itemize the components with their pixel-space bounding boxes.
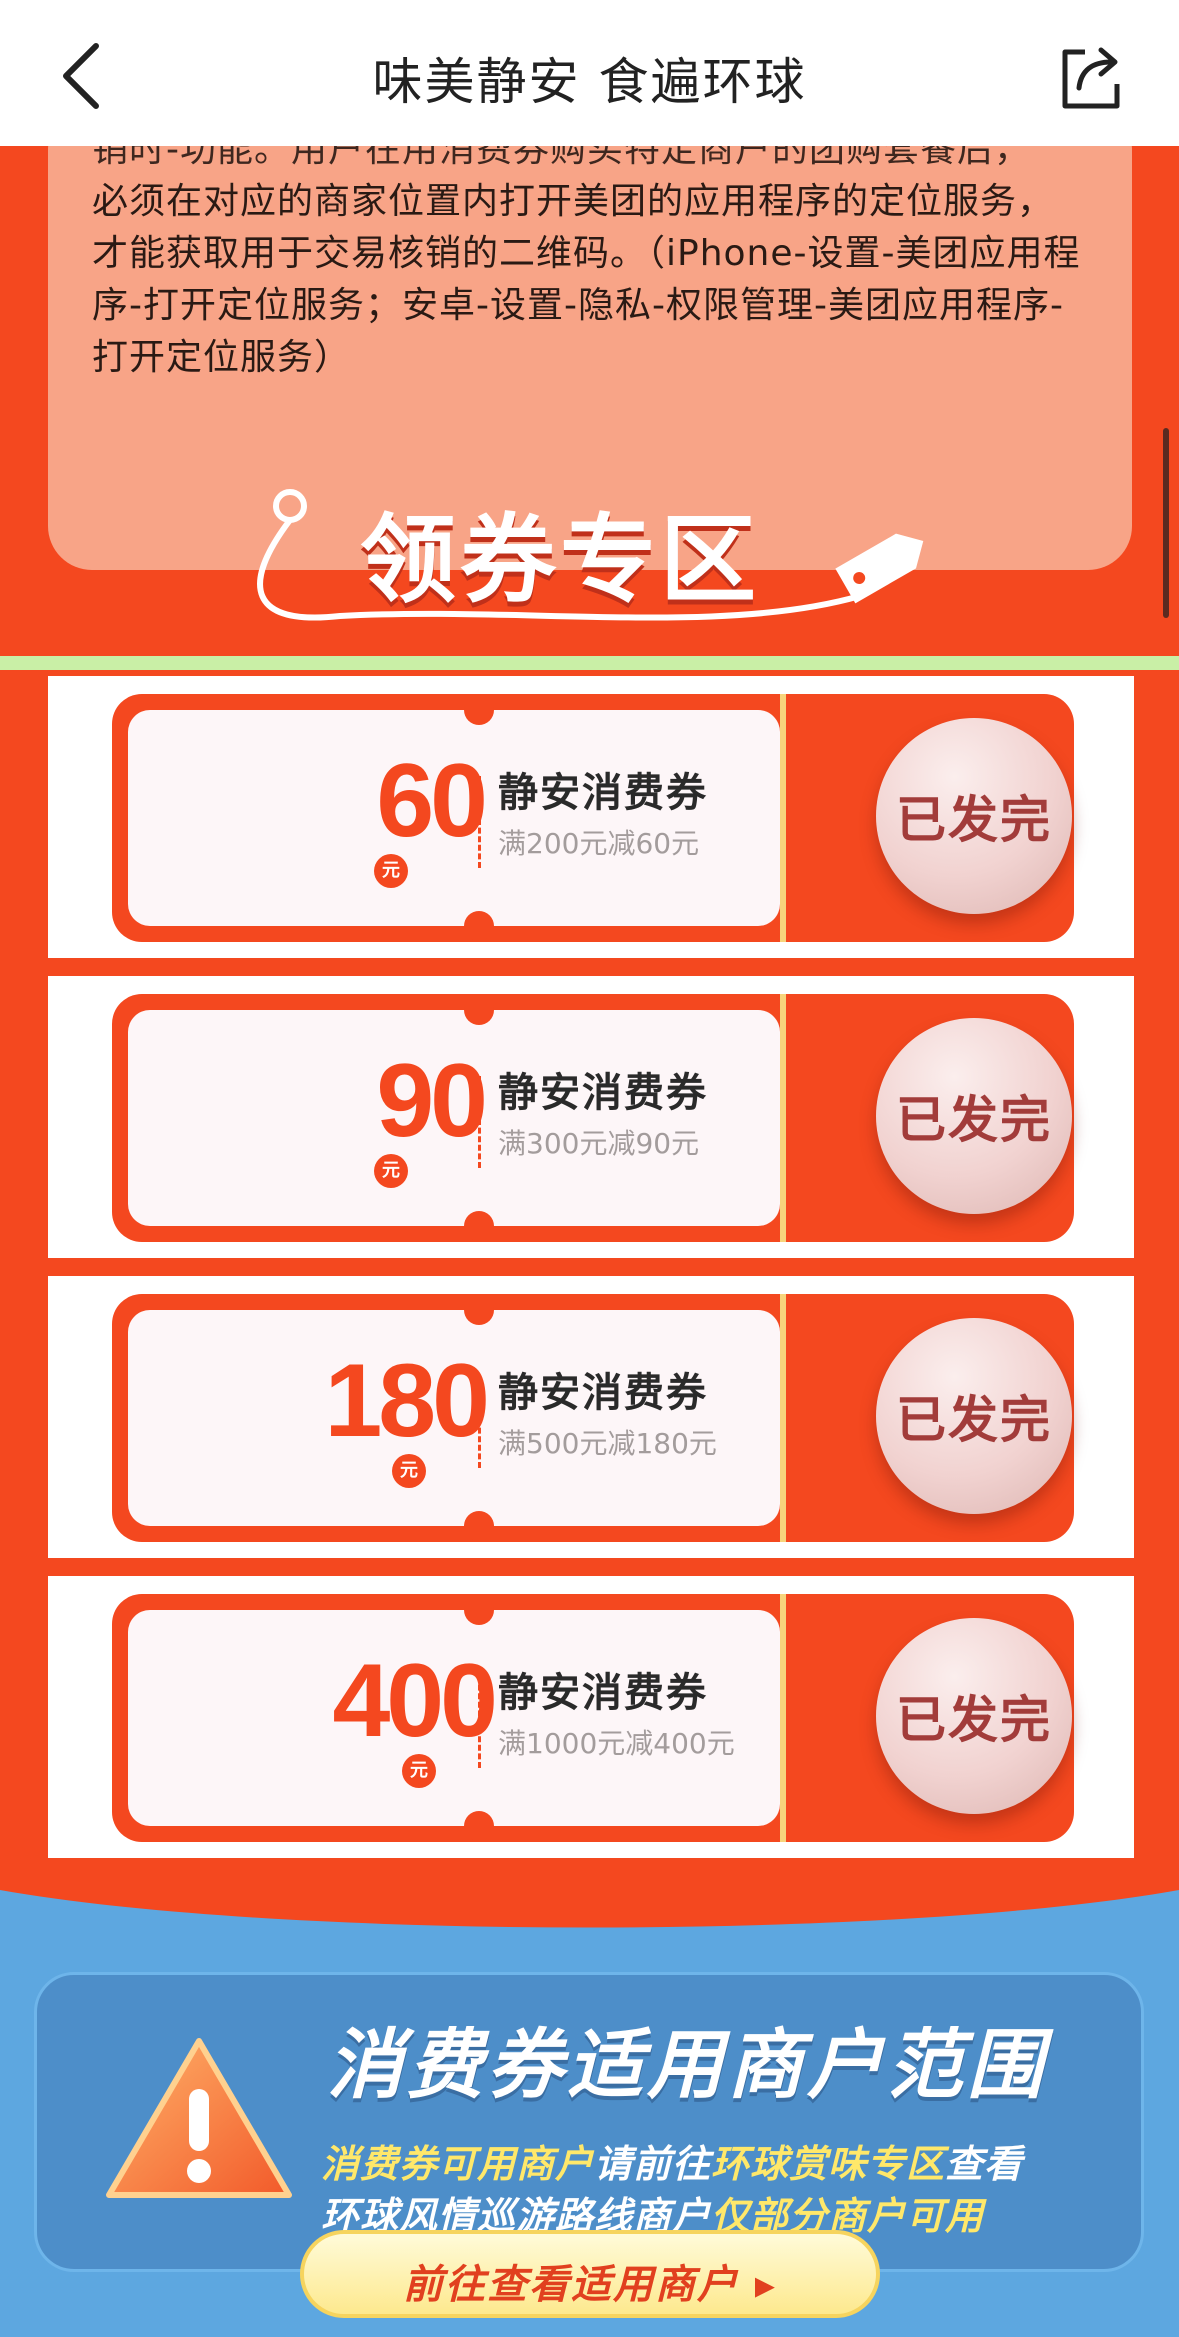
notice-section: 销时-功能。用户在用消费券购买特定商户的团购套餐后， 必须在对应的商家位置内打开… — [0, 146, 1179, 656]
status-label: 已发完 — [896, 1091, 1052, 1149]
sold-out-badge[interactable]: 已发完 — [876, 718, 1072, 914]
wave-divider — [0, 1860, 1179, 1970]
notice-text: 必须在对应的商家位置内打开美团的应用程序的定位服务，才能获取用于交易核销的二维码… — [92, 181, 1081, 378]
yuan-badge: 元 — [392, 1454, 426, 1488]
coupon-amount: 90 — [376, 1043, 488, 1159]
coupon-amount: 180 — [324, 1343, 490, 1459]
warning-icon — [106, 2038, 292, 2198]
coupon-name: 静安消费券 — [498, 1070, 708, 1116]
section-divider — [0, 656, 1179, 670]
coupon[interactable]: 60 元 静安消费券 满200元减60元 已发完 — [112, 694, 1074, 942]
coupon[interactable]: 180 元 静安消费券 满500元减180元 已发完 — [112, 1294, 1074, 1542]
notice-cut-line: 销时-功能。用户在用消费券购买特定商户的团购套餐后， — [92, 146, 1031, 170]
view-merchants-button[interactable]: 前往查看适用商户 ▸ — [300, 2230, 880, 2318]
page-title: 味美静安 食遍环球 — [372, 53, 807, 111]
scrollbar[interactable] — [1163, 428, 1169, 618]
coupon[interactable]: 400 元 静安消费券 满1000元减400元 已发完 — [112, 1594, 1074, 1842]
coupon-condition: 满1000元减400元 — [498, 1727, 735, 1760]
status-label: 已发完 — [896, 1691, 1052, 1749]
coupon-condition: 满200元减60元 — [498, 827, 700, 860]
yuan-badge: 元 — [374, 1154, 408, 1188]
sold-out-badge[interactable]: 已发完 — [876, 1618, 1072, 1814]
coupon-list: 60 元 静安消费券 满200元减60元 已发完 90 元 静安消费券 满300… — [0, 670, 1179, 1940]
coupon-card: 60 元 静安消费券 满200元减60元 已发完 — [48, 676, 1134, 958]
yuan-badge: 元 — [402, 1754, 436, 1788]
coupon-name: 静安消费券 — [498, 770, 708, 816]
coupon[interactable]: 90 元 静安消费券 满300元减90元 已发完 — [112, 994, 1074, 1242]
coupon-card: 400 元 静安消费券 满1000元减400元 已发完 — [48, 1576, 1134, 1858]
yuan-badge: 元 — [374, 854, 408, 888]
view-merchants-label: 前往查看适用商户 ▸ — [402, 2262, 777, 2308]
status-label: 已发完 — [896, 791, 1052, 849]
status-label: 已发完 — [896, 1391, 1052, 1449]
coupon-zone-title: 领券专区 — [360, 504, 760, 616]
scope-heading: 消费券适用商户范围 — [327, 2020, 1047, 2109]
scope-line-1: 消费券可用商户请前往环球赏味专区查看 — [321, 2142, 1024, 2186]
coupon-condition: 满500元减180元 — [498, 1427, 717, 1460]
sold-out-badge[interactable]: 已发完 — [876, 1018, 1072, 1214]
sold-out-badge[interactable]: 已发完 — [876, 1318, 1072, 1514]
coupon-name: 静安消费券 — [498, 1670, 708, 1716]
share-icon[interactable] — [1059, 44, 1123, 112]
coupon-condition: 满300元减90元 — [498, 1127, 700, 1160]
coupon-name: 静安消费券 — [498, 1370, 708, 1416]
merchant-scope-section: 消费券适用商户范围 消费券可用商户请前往环球赏味专区查看 环球风情巡游路线商户仅… — [0, 1860, 1179, 2337]
merchant-scope-card: 消费券适用商户范围 消费券可用商户请前往环球赏味专区查看 环球风情巡游路线商户仅… — [34, 1972, 1144, 2272]
coupon-amount: 60 — [376, 743, 488, 859]
coupon-card: 90 元 静安消费券 满300元减90元 已发完 — [48, 976, 1134, 1258]
coupon-amount: 400 — [332, 1643, 498, 1759]
coupon-card: 180 元 静安消费券 满500元减180元 已发完 — [48, 1276, 1134, 1558]
nav-bar: 味美静安 食遍环球 — [0, 0, 1179, 146]
